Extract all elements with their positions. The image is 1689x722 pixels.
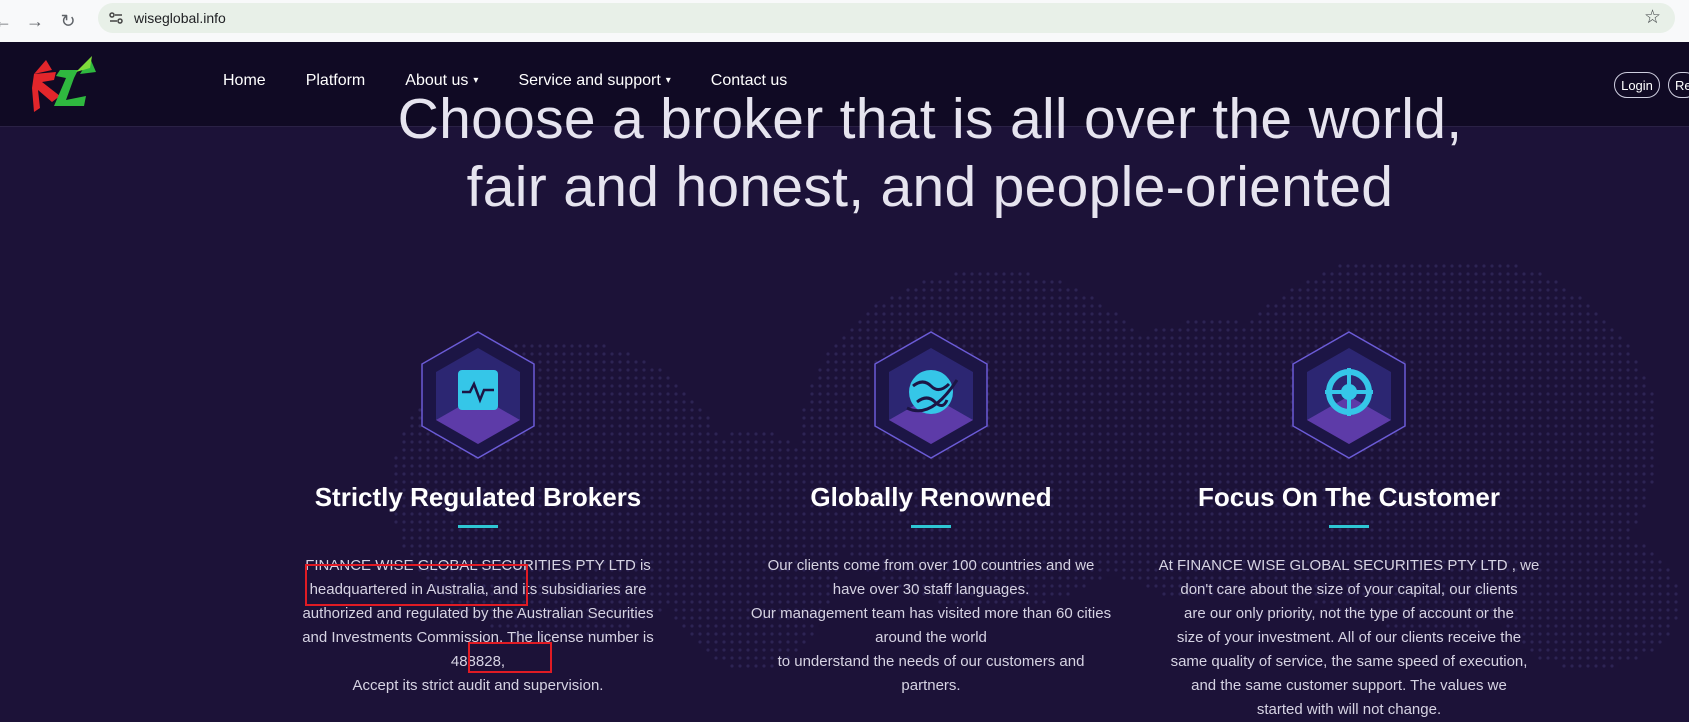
- desc-line: Accept its strict audit and supervision.: [278, 674, 678, 698]
- hero-line-2: fair and honest, and people-oriented: [0, 153, 1689, 221]
- desc-line: have over 30 staff languages.: [731, 578, 1131, 602]
- desc-line: Our clients come from over 100 countries…: [731, 554, 1131, 578]
- reload-icon[interactable]: ↻: [57, 10, 79, 32]
- address-bar[interactable]: wiseglobal.info ☆: [98, 3, 1675, 33]
- desc-line: are our only priority, not the type of a…: [1149, 602, 1549, 626]
- bookmark-star-icon[interactable]: ☆: [1644, 6, 1661, 29]
- feature-card-customer: Focus On The Customer At FINANCE WISE GL…: [1149, 330, 1549, 722]
- desc-line: Our management team has visited more tha…: [731, 602, 1131, 626]
- feature-title: Focus On The Customer: [1149, 482, 1549, 513]
- desc-line: around the world: [731, 626, 1131, 650]
- target-icon: [1289, 330, 1409, 460]
- url-text: wiseglobal.info: [134, 10, 226, 26]
- hero-headline: Choose a broker that is all over the wor…: [0, 85, 1689, 221]
- feature-description: Our clients come from over 100 countries…: [731, 554, 1131, 698]
- globe-icon: [871, 330, 991, 460]
- feature-title: Strictly Regulated Brokers: [278, 482, 678, 513]
- site-settings-icon[interactable]: [108, 10, 124, 26]
- desc-line: same quality of service, the same speed …: [1149, 650, 1549, 674]
- title-underline: [458, 525, 498, 528]
- activity-monitor-icon: [418, 330, 538, 460]
- title-underline: [911, 525, 951, 528]
- desc-line: partners.: [731, 674, 1131, 698]
- desc-line: started with will not change.: [1149, 698, 1549, 722]
- desc-line: to understand the needs of our customers…: [731, 650, 1131, 674]
- feature-card-renowned: Globally Renowned Our clients come from …: [731, 330, 1131, 698]
- annotation-box-headquarters: [305, 564, 528, 606]
- desc-line: At FINANCE WISE GLOBAL SECURITIES PTY LT…: [1149, 554, 1549, 578]
- desc-line: size of your investment. All of our clie…: [1149, 626, 1549, 650]
- back-icon[interactable]: ←: [0, 10, 14, 32]
- browser-toolbar: ← → ↻ wiseglobal.info ☆: [0, 0, 1689, 42]
- forward-icon[interactable]: →: [24, 10, 46, 32]
- title-underline: [1329, 525, 1369, 528]
- annotation-box-license: [468, 642, 552, 673]
- desc-line: don't care about the size of your capita…: [1149, 578, 1549, 602]
- feature-description: At FINANCE WISE GLOBAL SECURITIES PTY LT…: [1149, 554, 1549, 722]
- hero-line-1: Choose a broker that is all over the wor…: [0, 85, 1689, 153]
- desc-line: and the same customer support. The value…: [1149, 674, 1549, 698]
- feature-title: Globally Renowned: [731, 482, 1131, 513]
